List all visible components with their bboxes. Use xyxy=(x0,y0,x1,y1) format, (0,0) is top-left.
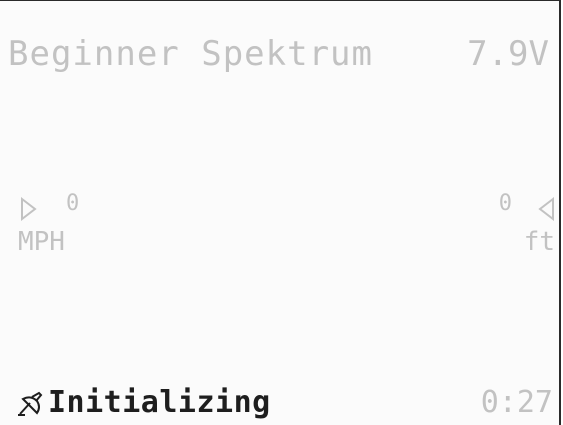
arrow-left-outline-icon xyxy=(538,197,554,221)
model-name: Beginner Spektrum xyxy=(8,34,373,74)
altitude-value: 0 xyxy=(498,191,512,216)
arrow-right-outline-icon xyxy=(21,197,37,221)
timer: 0:27 xyxy=(480,385,553,420)
battery-voltage: 7.9V xyxy=(467,34,549,74)
status-text: Initializing xyxy=(48,385,271,420)
satellite-icon xyxy=(18,391,43,416)
speed-unit: MPH xyxy=(18,227,65,257)
telemetry-screen: Beginner Spektrum 7.9V 0 MPH 0 ft Initia… xyxy=(0,0,561,425)
altitude-unit: ft xyxy=(523,227,555,257)
speed-value: 0 xyxy=(66,191,80,216)
